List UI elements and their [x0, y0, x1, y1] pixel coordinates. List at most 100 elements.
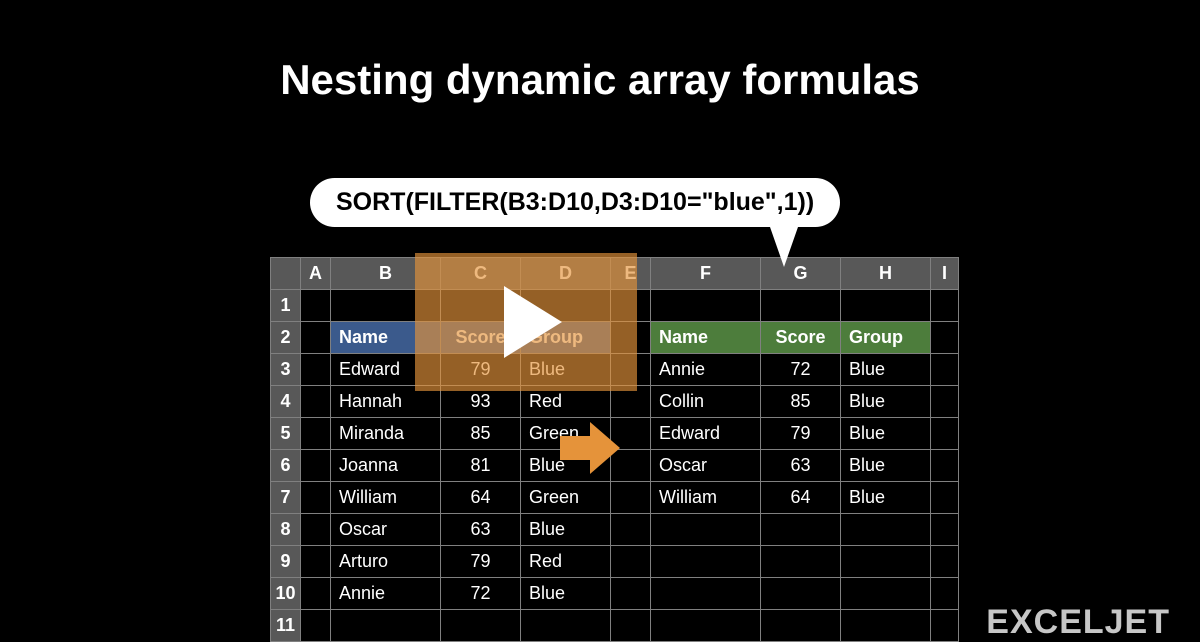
- cell[interactable]: [301, 482, 331, 514]
- cell[interactable]: [611, 514, 651, 546]
- cell[interactable]: [931, 546, 959, 578]
- row-header[interactable]: 6: [271, 450, 301, 482]
- cell[interactable]: [931, 514, 959, 546]
- cell[interactable]: [301, 578, 331, 610]
- brand-logo: EXCELJET: [986, 603, 1170, 642]
- row-header[interactable]: 5: [271, 418, 301, 450]
- cell[interactable]: [931, 450, 959, 482]
- cell[interactable]: [651, 290, 761, 322]
- cell[interactable]: [611, 578, 651, 610]
- cell[interactable]: William: [651, 482, 761, 514]
- cell[interactable]: Blue: [521, 514, 611, 546]
- cell[interactable]: [761, 546, 841, 578]
- col-header[interactable]: I: [931, 258, 959, 290]
- cell[interactable]: 64: [441, 482, 521, 514]
- cell[interactable]: [931, 386, 959, 418]
- cell[interactable]: [441, 610, 521, 642]
- cell[interactable]: Oscar: [651, 450, 761, 482]
- row-header[interactable]: 1: [271, 290, 301, 322]
- row-header[interactable]: 11: [271, 610, 301, 642]
- cell[interactable]: [301, 386, 331, 418]
- cell[interactable]: Annie: [651, 354, 761, 386]
- cell[interactable]: 81: [441, 450, 521, 482]
- row-header[interactable]: 10: [271, 578, 301, 610]
- cell[interactable]: [301, 546, 331, 578]
- row-header[interactable]: 8: [271, 514, 301, 546]
- header-group-right[interactable]: Group: [841, 322, 931, 354]
- cell[interactable]: 63: [761, 450, 841, 482]
- cell[interactable]: 85: [761, 386, 841, 418]
- cell[interactable]: [651, 578, 761, 610]
- cell[interactable]: [761, 514, 841, 546]
- cell[interactable]: [761, 610, 841, 642]
- col-header[interactable]: H: [841, 258, 931, 290]
- cell[interactable]: [931, 290, 959, 322]
- arrow-right-icon: [560, 422, 620, 474]
- col-header[interactable]: A: [301, 258, 331, 290]
- cell[interactable]: [841, 514, 931, 546]
- row-header[interactable]: 9: [271, 546, 301, 578]
- cell[interactable]: [301, 354, 331, 386]
- cell[interactable]: Oscar: [331, 514, 441, 546]
- cell[interactable]: Green: [521, 482, 611, 514]
- cell[interactable]: [931, 578, 959, 610]
- cell[interactable]: [331, 610, 441, 642]
- row-header[interactable]: 7: [271, 482, 301, 514]
- cell[interactable]: [931, 610, 959, 642]
- play-button[interactable]: [415, 253, 637, 391]
- row-header[interactable]: 4: [271, 386, 301, 418]
- cell[interactable]: [841, 578, 931, 610]
- cell[interactable]: [841, 290, 931, 322]
- cell[interactable]: Blue: [841, 386, 931, 418]
- cell[interactable]: [651, 514, 761, 546]
- cell[interactable]: [651, 610, 761, 642]
- row-header[interactable]: 3: [271, 354, 301, 386]
- cell[interactable]: [761, 290, 841, 322]
- cell[interactable]: Annie: [331, 578, 441, 610]
- cell[interactable]: [301, 290, 331, 322]
- row-header[interactable]: 2: [271, 322, 301, 354]
- cell[interactable]: [841, 610, 931, 642]
- cell[interactable]: 72: [761, 354, 841, 386]
- cell[interactable]: [301, 610, 331, 642]
- cell[interactable]: [931, 418, 959, 450]
- cell[interactable]: [611, 610, 651, 642]
- corner-cell: [271, 258, 301, 290]
- cell[interactable]: Blue: [841, 482, 931, 514]
- cell[interactable]: [301, 322, 331, 354]
- cell[interactable]: [931, 322, 959, 354]
- cell[interactable]: [301, 418, 331, 450]
- cell[interactable]: Red: [521, 546, 611, 578]
- col-header[interactable]: F: [651, 258, 761, 290]
- cell[interactable]: 79: [761, 418, 841, 450]
- page-title: Nesting dynamic array formulas: [0, 0, 1200, 104]
- cell[interactable]: [301, 450, 331, 482]
- cell[interactable]: 63: [441, 514, 521, 546]
- cell[interactable]: [761, 578, 841, 610]
- cell[interactable]: 79: [441, 546, 521, 578]
- cell[interactable]: William: [331, 482, 441, 514]
- cell[interactable]: [521, 610, 611, 642]
- cell[interactable]: 85: [441, 418, 521, 450]
- cell[interactable]: [651, 546, 761, 578]
- cell[interactable]: 64: [761, 482, 841, 514]
- table-row: 8 Oscar 63 Blue: [271, 514, 959, 546]
- cell[interactable]: Arturo: [331, 546, 441, 578]
- cell[interactable]: Edward: [651, 418, 761, 450]
- cell[interactable]: Joanna: [331, 450, 441, 482]
- cell[interactable]: [931, 482, 959, 514]
- cell[interactable]: Miranda: [331, 418, 441, 450]
- cell[interactable]: [841, 546, 931, 578]
- cell[interactable]: Blue: [521, 578, 611, 610]
- cell[interactable]: Blue: [841, 450, 931, 482]
- cell[interactable]: 72: [441, 578, 521, 610]
- cell[interactable]: Collin: [651, 386, 761, 418]
- cell[interactable]: Blue: [841, 354, 931, 386]
- cell[interactable]: [931, 354, 959, 386]
- cell[interactable]: Blue: [841, 418, 931, 450]
- header-name-right[interactable]: Name: [651, 322, 761, 354]
- cell[interactable]: [611, 546, 651, 578]
- header-score-right[interactable]: Score: [761, 322, 841, 354]
- cell[interactable]: [611, 482, 651, 514]
- cell[interactable]: [301, 514, 331, 546]
